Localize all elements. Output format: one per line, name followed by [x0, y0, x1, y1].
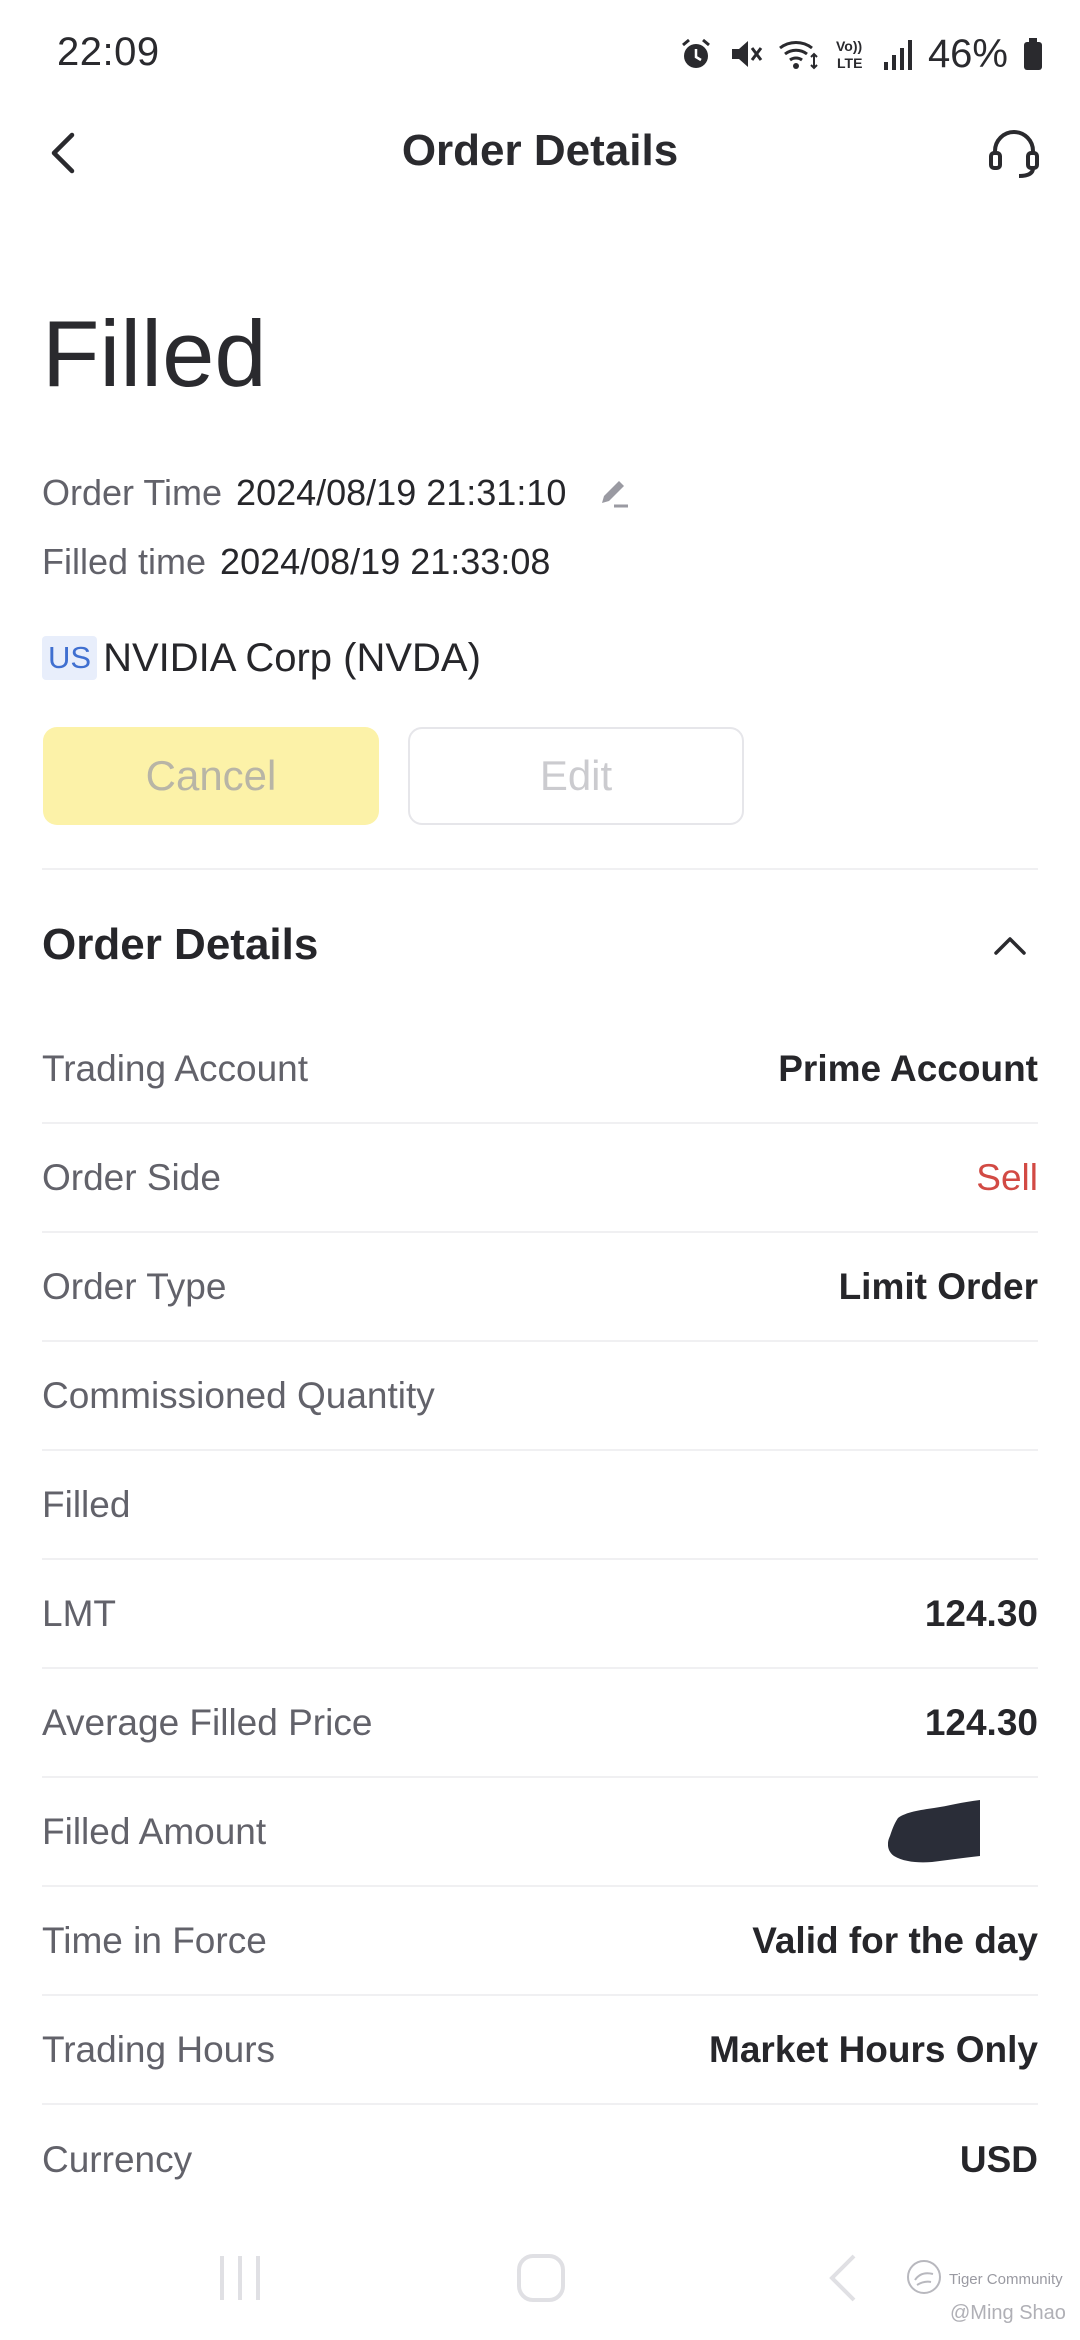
detail-row-time-in-force: Time in Force Valid for the day — [42, 1887, 1038, 1996]
detail-label: Average Filled Price — [42, 1701, 373, 1743]
filled-time-row: Filled time 2024/08/19 21:33:08 — [42, 537, 550, 587]
order-details-section-header[interactable]: Order Details — [42, 910, 1038, 980]
detail-label: Order Type — [42, 1265, 227, 1307]
volte-icon: Vo)) LTE — [834, 36, 868, 72]
mute-icon — [728, 36, 764, 72]
signal-icon — [882, 36, 914, 72]
detail-label: Filled Amount — [42, 1810, 267, 1852]
symbol-row[interactable]: US NVIDIA Corp (NVDA) — [42, 628, 481, 688]
wifi-icon — [778, 36, 820, 72]
detail-row-filled: Filled — [42, 1451, 1038, 1560]
page-title: Order Details — [401, 126, 679, 175]
order-details-list: Trading Account Prime Account Order Side… — [42, 1015, 1038, 2214]
status-icons: Vo)) LTE 46% — [678, 30, 1044, 78]
order-time-value: 2024/08/19 21:31:10 — [236, 472, 567, 513]
detail-label: LMT — [42, 1592, 116, 1634]
support-button[interactable] — [982, 122, 1046, 186]
svg-text:Vo)): Vo)) — [836, 38, 862, 54]
watermark-user: @Ming Shao — [950, 2302, 1066, 2324]
recent-apps-icon[interactable] — [216, 2250, 264, 2311]
watermark-logo: Tiger Community — [905, 2258, 1063, 2301]
cancel-button[interactable]: Cancel — [43, 727, 379, 825]
detail-value: Market Hours Only — [709, 2028, 1038, 2070]
detail-row-trading-account: Trading Account Prime Account — [42, 1015, 1038, 1124]
order-time-label: Order Time — [42, 472, 223, 513]
detail-value: Prime Account — [778, 1047, 1038, 1089]
status-bar: 22:09 Vo)) LTE 46% — [0, 0, 1080, 110]
detail-label: Time in Force — [42, 1919, 267, 1961]
watermark-brand: Tiger Community — [949, 2271, 1063, 2288]
detail-value: Valid for the day — [752, 1919, 1038, 1961]
market-badge: US — [42, 636, 98, 680]
detail-row-trading-hours: Trading Hours Market Hours Only — [42, 1996, 1038, 2105]
detail-value: 124.30 — [924, 1701, 1038, 1743]
detail-value: 124.30 — [924, 1592, 1038, 1634]
detail-value: Limit Order — [838, 1265, 1038, 1307]
symbol-name: NVIDIA Corp (NVDA) — [103, 635, 481, 680]
detail-row-order-type: Order Type Limit Order — [42, 1233, 1038, 1342]
alarm-icon — [678, 36, 714, 72]
edit-button[interactable]: Edit — [408, 727, 744, 825]
detail-row-filled-amount: Filled Amount — [42, 1778, 1038, 1887]
svg-text:LTE: LTE — [837, 55, 862, 71]
detail-value: USD — [959, 2138, 1038, 2180]
detail-label: Filled — [42, 1483, 131, 1525]
home-icon[interactable] — [515, 2250, 567, 2311]
battery-icon — [1022, 36, 1044, 72]
section-title: Order Details — [42, 920, 319, 969]
redaction-mark — [887, 1799, 984, 1864]
chevron-up-icon[interactable] — [986, 921, 1034, 969]
filled-time-label: Filled time — [42, 541, 207, 582]
pencil-icon[interactable] — [596, 475, 632, 511]
detail-label: Trading Account — [42, 1047, 309, 1089]
detail-label: Currency — [42, 2138, 193, 2180]
detail-row-order-side: Order Side Sell — [42, 1124, 1038, 1233]
detail-label: Order Side — [42, 1156, 221, 1198]
battery-percent: 46% — [927, 31, 1008, 76]
filled-time-value: 2024/08/19 21:33:08 — [220, 541, 551, 582]
detail-label: Commissioned Quantity — [42, 1374, 435, 1416]
order-status-heading: Filled — [42, 301, 267, 406]
detail-label: Trading Hours — [42, 2028, 276, 2070]
tiger-logo-icon — [905, 2258, 943, 2301]
detail-row-average-filled-price: Average Filled Price 124.30 — [42, 1669, 1038, 1778]
back-nav-icon[interactable] — [822, 2250, 862, 2311]
status-time: 22:09 — [57, 30, 160, 74]
divider — [42, 868, 1038, 870]
headset-icon — [987, 125, 1041, 184]
order-time-row: Order Time 2024/08/19 21:31:10 — [42, 468, 632, 518]
detail-row-commissioned-quantity: Commissioned Quantity — [42, 1342, 1038, 1451]
detail-value-sell: Sell — [976, 1156, 1038, 1198]
nav-header: Order Details — [0, 110, 1080, 195]
detail-row-lmt: LMT 124.30 — [42, 1560, 1038, 1669]
detail-row-currency: Currency USD — [42, 2105, 1038, 2214]
